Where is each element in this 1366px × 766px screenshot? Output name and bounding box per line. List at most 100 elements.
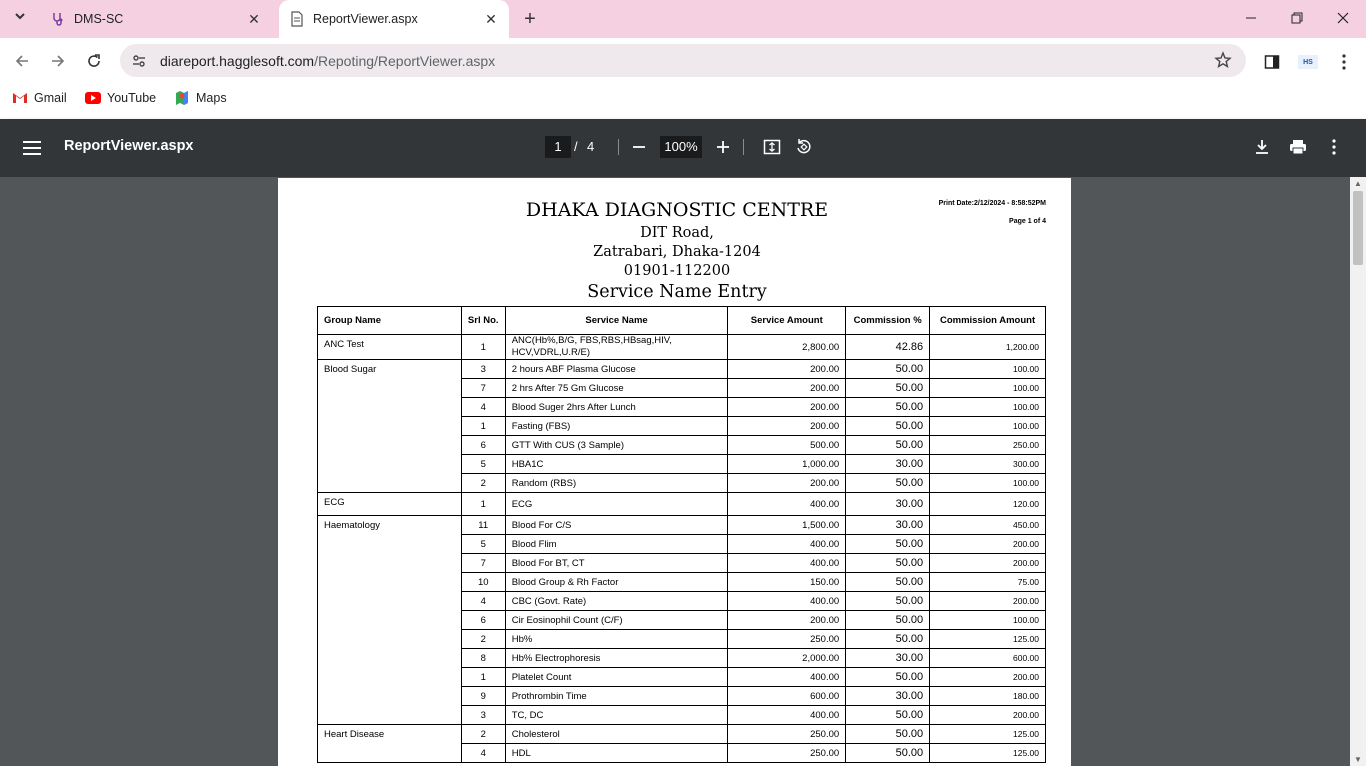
commission-amount-cell: 180.00 <box>929 686 1046 706</box>
site-info-icon[interactable] <box>126 48 152 74</box>
forward-button[interactable] <box>44 47 72 75</box>
zoom-input[interactable]: 100% <box>660 136 702 158</box>
pdf-toolbar: ReportViewer.aspx 1 / 4 100% <box>0 119 1366 177</box>
close-window-button[interactable] <box>1320 0 1366 36</box>
group-name-cell: Heart Disease <box>317 724 462 763</box>
commission-pct-cell: 50.00 <box>845 610 931 630</box>
back-button[interactable] <box>8 47 36 75</box>
plus-icon: + <box>524 7 536 30</box>
srl-cell: 7 <box>460 378 506 398</box>
service-name-cell: CBC (Govt. Rate) <box>504 591 729 611</box>
commission-pct-cell: 42.86 <box>845 334 931 360</box>
table-row: Blood Sugar 3 2 hours ABF Plasma Glucose 20… <box>317 359 1046 493</box>
srl-cell: 2 <box>460 724 506 744</box>
service-amount-cell: 400.00 <box>727 534 847 554</box>
restore-icon <box>1291 12 1303 24</box>
srl-cell: 10 <box>460 572 506 592</box>
service-name-cell: Blood Suger 2hrs After Lunch <box>504 397 729 417</box>
srl-cell: 4 <box>460 743 506 763</box>
arrow-left-icon <box>15 55 28 67</box>
column-header: Group Name <box>317 306 462 335</box>
address-bar[interactable]: diareport.hagglesoft.com/Repoting/Report… <box>120 44 1246 77</box>
side-panel-button[interactable] <box>1260 50 1284 74</box>
arrow-right-icon <box>52 55 65 67</box>
table-body: ANC Test 1 ANC(Hb%,B/G, FBS,RBS,HBsag,HIV,… <box>317 334 1046 763</box>
minus-icon <box>633 146 645 148</box>
commission-pct-cell: 50.00 <box>845 359 931 379</box>
commission-amount-cell: 200.00 <box>929 667 1046 687</box>
scroll-up-arrow-icon[interactable]: ▲ <box>1354 179 1362 188</box>
column-header: Service Name <box>504 306 729 335</box>
print-button[interactable] <box>1286 135 1310 159</box>
commission-pct-cell: 50.00 <box>845 378 931 398</box>
scroll-thumb[interactable] <box>1353 191 1363 265</box>
srl-cell: 9 <box>460 686 506 706</box>
srl-cell: 4 <box>460 397 506 417</box>
profile-avatar[interactable]: HS <box>1296 50 1320 74</box>
bookmark-label: Maps <box>196 91 227 105</box>
srl-cell: 1 <box>460 416 506 436</box>
column-header: Srl No. <box>460 306 506 335</box>
fit-page-button[interactable] <box>760 135 784 159</box>
srl-cell: 3 <box>460 705 506 725</box>
menu-button[interactable] <box>20 136 44 160</box>
more-actions-button[interactable] <box>1322 135 1346 159</box>
service-name-cell: Cir Eosinophil Count (C/F) <box>504 610 729 630</box>
document-icon <box>289 11 305 27</box>
commission-amount-cell: 100.00 <box>929 610 1046 630</box>
commission-pct-cell: 50.00 <box>845 473 931 493</box>
table-header-row: Group Name Srl No. Service Name Service … <box>317 306 1046 335</box>
vertical-scrollbar[interactable]: ▲ ▼ <box>1350 177 1366 766</box>
bookmark-maps[interactable]: Maps <box>174 90 227 106</box>
commission-amount-cell: 100.00 <box>929 416 1046 436</box>
tab-dms-sc[interactable]: DMS-SC ✕ <box>40 0 272 38</box>
service-name-cell: Random (RBS) <box>504 473 729 493</box>
browser-menu-button[interactable] <box>1332 50 1356 74</box>
hamburger-icon <box>23 141 41 155</box>
commission-pct-cell: 50.00 <box>845 553 931 573</box>
service-amount-cell: 400.00 <box>727 591 847 611</box>
bookmark-star-icon[interactable] <box>1214 51 1232 74</box>
bookmark-youtube[interactable]: YouTube <box>85 90 156 106</box>
service-name-cell: 2 hrs After 75 Gm Glucose <box>504 378 729 398</box>
service-amount-cell: 600.00 <box>727 686 847 706</box>
bookmark-gmail[interactable]: Gmail <box>12 90 67 106</box>
restore-button[interactable] <box>1274 0 1320 36</box>
org-name: DHAKA DIAGNOSTIC CENTRE <box>525 199 829 221</box>
commission-amount-cell: 1,200.00 <box>929 334 1046 360</box>
close-icon[interactable]: ✕ <box>244 9 264 29</box>
minimize-button[interactable] <box>1228 0 1274 36</box>
gmail-icon <box>12 90 28 106</box>
commission-pct-cell: 30.00 <box>845 454 931 474</box>
reload-icon <box>88 54 100 67</box>
group-name-cell: ANC Test <box>317 334 462 360</box>
close-icon[interactable]: ✕ <box>481 9 501 29</box>
scroll-down-arrow-icon[interactable]: ▼ <box>1354 755 1362 764</box>
srl-cell: 6 <box>460 610 506 630</box>
page-number-input[interactable]: 1 <box>545 136 571 158</box>
service-name-cell: Platelet Count <box>504 667 729 687</box>
zoom-in-button[interactable] <box>711 135 735 159</box>
fit-page-icon <box>763 139 781 155</box>
tab-search-button[interactable] <box>6 6 34 30</box>
commission-pct-cell: 30.00 <box>845 686 931 706</box>
reload-button[interactable] <box>80 47 108 75</box>
zoom-out-button[interactable] <box>627 135 651 159</box>
service-amount-cell: 200.00 <box>727 473 847 493</box>
commission-pct-cell: 30.00 <box>845 648 931 668</box>
more-vertical-icon <box>1342 54 1346 70</box>
download-button[interactable] <box>1250 135 1274 159</box>
srl-cell: 7 <box>460 553 506 573</box>
tab-report-viewer[interactable]: ReportViewer.aspx ✕ <box>279 0 509 38</box>
commission-amount-cell: 125.00 <box>929 724 1046 744</box>
rotate-button[interactable] <box>792 135 816 159</box>
youtube-icon <box>85 90 101 106</box>
commission-amount-cell: 75.00 <box>929 572 1046 592</box>
new-tab-button[interactable]: + <box>518 7 542 31</box>
commission-amount-cell: 100.00 <box>929 397 1046 417</box>
srl-cell: 2 <box>460 473 506 493</box>
address-line-1: DIT Road, <box>640 225 714 241</box>
service-amount-cell: 200.00 <box>727 397 847 417</box>
commission-pct-cell: 30.00 <box>845 515 931 535</box>
commission-pct-cell: 50.00 <box>845 667 931 687</box>
